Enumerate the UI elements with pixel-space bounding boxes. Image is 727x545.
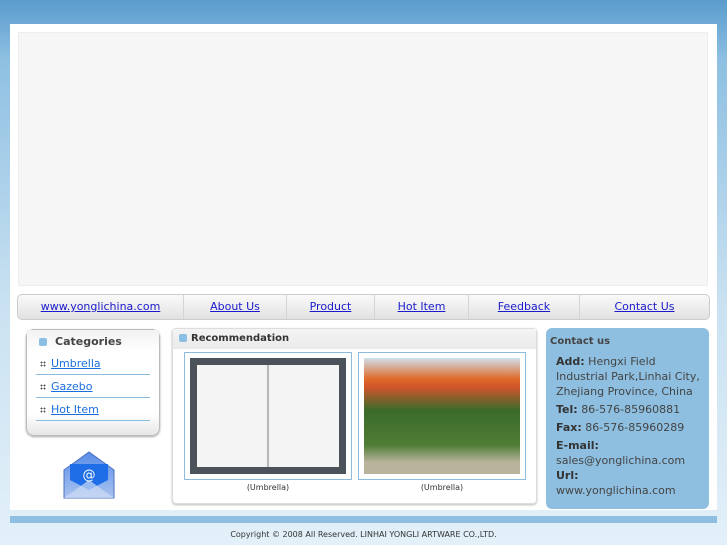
bullet-icon: [179, 334, 187, 342]
category-hot-item[interactable]: Hot Item: [51, 403, 99, 416]
category-umbrella[interactable]: Umbrella: [51, 357, 101, 370]
nav-hot-item[interactable]: Hot Item: [375, 295, 469, 319]
email-label: E-mail:: [556, 439, 599, 452]
tel: 86-576-85960881: [581, 403, 681, 416]
dots-icon: [40, 384, 46, 390]
tel-label: Tel:: [556, 403, 578, 416]
category-gazebo[interactable]: Gazebo: [51, 380, 93, 393]
nav-home[interactable]: www.yonglichina.com: [18, 295, 184, 319]
banner: [18, 32, 708, 286]
recommendation-panel: Recommendation (Umbrella) (Umbrella): [172, 328, 537, 504]
nav-feedback[interactable]: Feedback: [469, 295, 580, 319]
product-card[interactable]: [184, 352, 352, 480]
dots-icon: [40, 407, 46, 413]
url-label: Url:: [556, 469, 579, 482]
nav-product[interactable]: Product: [287, 295, 375, 319]
nav-contact[interactable]: Contact Us: [580, 295, 709, 319]
dots-icon: [40, 361, 46, 367]
email: sales@yonglichina.com: [556, 454, 686, 467]
product-image[interactable]: [190, 358, 346, 474]
product-caption: (Umbrella): [246, 483, 290, 492]
contact-panel: Contact us Add: Hengxi Field Industrial …: [546, 328, 709, 509]
recommendation-title: Recommendation: [191, 333, 290, 344]
fax-label: Fax:: [556, 421, 582, 434]
categories-panel: Categories Umbrella Gazebo Hot Item: [26, 329, 160, 436]
nav-about[interactable]: About Us: [184, 295, 287, 319]
address-label: Add:: [556, 355, 585, 368]
url: www.yonglichina.com: [556, 484, 676, 497]
copyright: Copyright © 2008 All Reserved. LINHAI YO…: [230, 530, 497, 539]
categories-title: Categories: [55, 335, 122, 348]
contact-title: Contact us: [550, 336, 611, 347]
footer-bar: [10, 516, 717, 523]
email-icon[interactable]: @: [62, 450, 116, 500]
product-image[interactable]: [364, 358, 520, 474]
nav-bar: www.yonglichina.com About Us Product Hot…: [17, 294, 710, 320]
svg-text:@: @: [83, 468, 96, 483]
product-card[interactable]: [358, 352, 526, 480]
bullet-icon: [39, 338, 47, 346]
fax: 86-576-85960289: [585, 421, 685, 434]
product-caption: (Umbrella): [420, 483, 464, 492]
